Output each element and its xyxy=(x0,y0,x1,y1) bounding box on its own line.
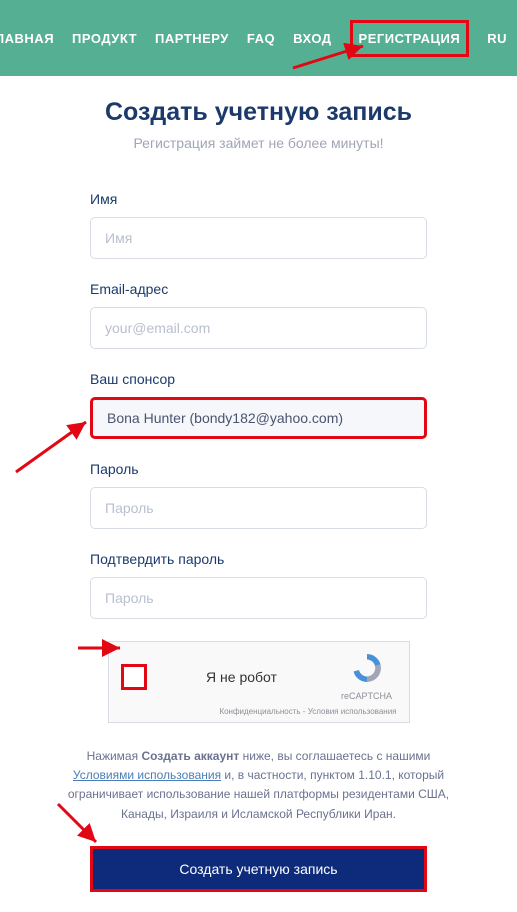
sponsor-input[interactable] xyxy=(90,397,427,439)
terms-text: Нажимая Создать аккаунт ниже, вы соглаша… xyxy=(26,747,491,824)
nav-register[interactable]: РЕГИСТРАЦИЯ xyxy=(350,20,470,57)
recaptcha-brand: reCAPTCHA xyxy=(341,691,392,701)
page-title: Создать учетную запись xyxy=(26,98,491,127)
field-password: Пароль xyxy=(90,461,427,529)
email-input[interactable] xyxy=(90,307,427,349)
nav-partner[interactable]: ПАРТНЕРУ xyxy=(155,31,229,46)
recaptcha-label: Я не робот xyxy=(159,669,325,685)
recaptcha-badge: reCAPTCHA xyxy=(337,652,397,701)
nav-lang[interactable]: RU xyxy=(487,31,507,46)
confirm-input[interactable] xyxy=(90,577,427,619)
confirm-label: Подтвердить пароль xyxy=(90,551,427,567)
password-input[interactable] xyxy=(90,487,427,529)
email-label: Email-адрес xyxy=(90,281,427,297)
name-label: Имя xyxy=(90,191,427,207)
navbar: ГЛАВНАЯ ПРОДУКТ ПАРТНЕРУ FAQ ВХОД РЕГИСТ… xyxy=(0,0,517,76)
field-name: Имя xyxy=(90,191,427,259)
content: Создать учетную запись Регистрация займе… xyxy=(0,76,517,912)
nav-faq[interactable]: FAQ xyxy=(247,31,275,46)
field-confirm: Подтвердить пароль xyxy=(90,551,427,619)
recaptcha-checkbox[interactable] xyxy=(121,664,147,690)
page-subtitle: Регистрация займет не более минуты! xyxy=(26,135,491,151)
recaptcha-widget: Я не робот reCAPTCHA Конфиденциальность … xyxy=(108,641,410,723)
recaptcha-icon xyxy=(351,652,383,689)
name-input[interactable] xyxy=(90,217,427,259)
password-label: Пароль xyxy=(90,461,427,477)
field-email: Email-адрес xyxy=(90,281,427,349)
recaptcha-footer: Конфиденциальность - Условия использован… xyxy=(121,707,397,716)
nav-login[interactable]: ВХОД xyxy=(293,31,331,46)
register-form: Имя Email-адрес Ваш спонсор Пароль Подтв… xyxy=(26,191,491,619)
submit-button[interactable]: Создать учетную запись xyxy=(90,846,427,892)
field-sponsor: Ваш спонсор xyxy=(90,371,427,439)
nav-product[interactable]: ПРОДУКТ xyxy=(72,31,137,46)
nav-home[interactable]: ГЛАВНАЯ xyxy=(0,31,54,46)
sponsor-label: Ваш спонсор xyxy=(90,371,427,387)
terms-link[interactable]: Условиями использования xyxy=(73,768,221,782)
